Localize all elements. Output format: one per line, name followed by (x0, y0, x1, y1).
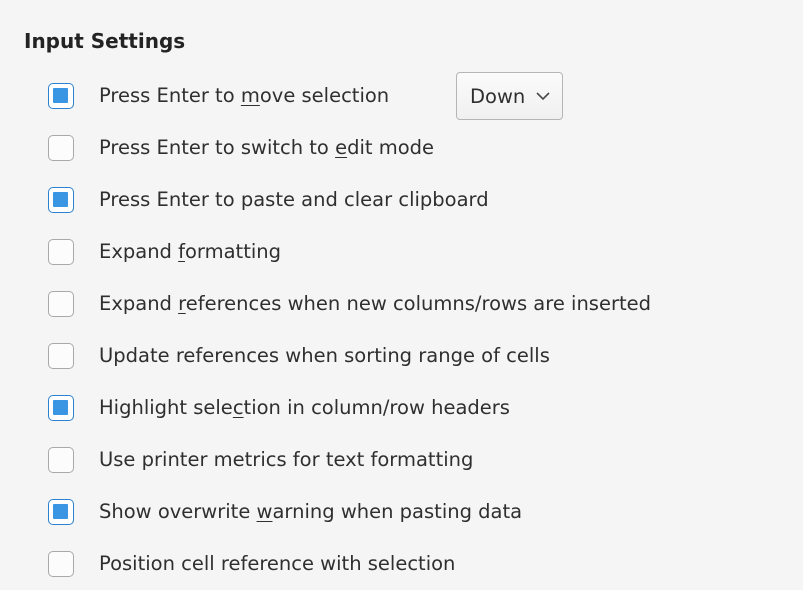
checkbox-expand-formatting[interactable] (48, 239, 74, 265)
label-move-selection: Press Enter to move selection (99, 84, 390, 107)
option-paste-clear-clipboard[interactable]: Press Enter to paste and clear clipboard (48, 174, 489, 226)
checkbox-overwrite-warning[interactable] (48, 499, 74, 525)
checkbox-position-cell-reference[interactable] (48, 551, 74, 577)
checkbox-printer-metrics[interactable] (48, 447, 74, 473)
label-paste-clear-clipboard: Press Enter to paste and clear clipboard (99, 188, 489, 211)
checkbox-paste-clear-clipboard[interactable] (48, 187, 74, 213)
option-printer-metrics[interactable]: Use printer metrics for text formatting (48, 434, 473, 486)
label-highlight-selection: Highlight selection in column/row header… (99, 396, 510, 419)
label-edit-mode: Press Enter to switch to edit mode (99, 136, 435, 159)
checkbox-move-selection[interactable] (48, 83, 74, 109)
option-expand-references[interactable]: Expand references when new columns/rows … (48, 278, 651, 330)
option-overwrite-warning[interactable]: Show overwrite warning when pasting data (48, 486, 522, 538)
move-direction-dropdown[interactable]: Down (456, 72, 563, 120)
option-update-references-sorting[interactable]: Update references when sorting range of … (48, 330, 550, 382)
label-position-cell-reference: Position cell reference with selection (99, 552, 456, 575)
option-highlight-selection[interactable]: Highlight selection in column/row header… (48, 382, 510, 434)
label-expand-formatting: Expand formatting (99, 240, 281, 263)
option-edit-mode[interactable]: Press Enter to switch to edit mode (48, 122, 434, 174)
checkbox-highlight-selection[interactable] (48, 395, 74, 421)
label-printer-metrics: Use printer metrics for text formatting (99, 448, 474, 471)
move-direction-value: Down (470, 84, 526, 108)
checkbox-update-references-sorting[interactable] (48, 343, 74, 369)
section-title: Input Settings (24, 29, 186, 53)
label-overwrite-warning: Show overwrite warning when pasting data (99, 500, 523, 523)
checkbox-edit-mode[interactable] (48, 135, 74, 161)
option-move-selection[interactable]: Press Enter to move selection Down (48, 70, 563, 122)
checkbox-expand-references[interactable] (48, 291, 74, 317)
option-expand-formatting[interactable]: Expand formatting (48, 226, 281, 278)
label-expand-references: Expand references when new columns/rows … (99, 292, 652, 315)
chevron-down-icon (535, 88, 551, 104)
option-position-cell-reference[interactable]: Position cell reference with selection (48, 538, 455, 590)
label-update-references-sorting: Update references when sorting range of … (99, 344, 550, 367)
